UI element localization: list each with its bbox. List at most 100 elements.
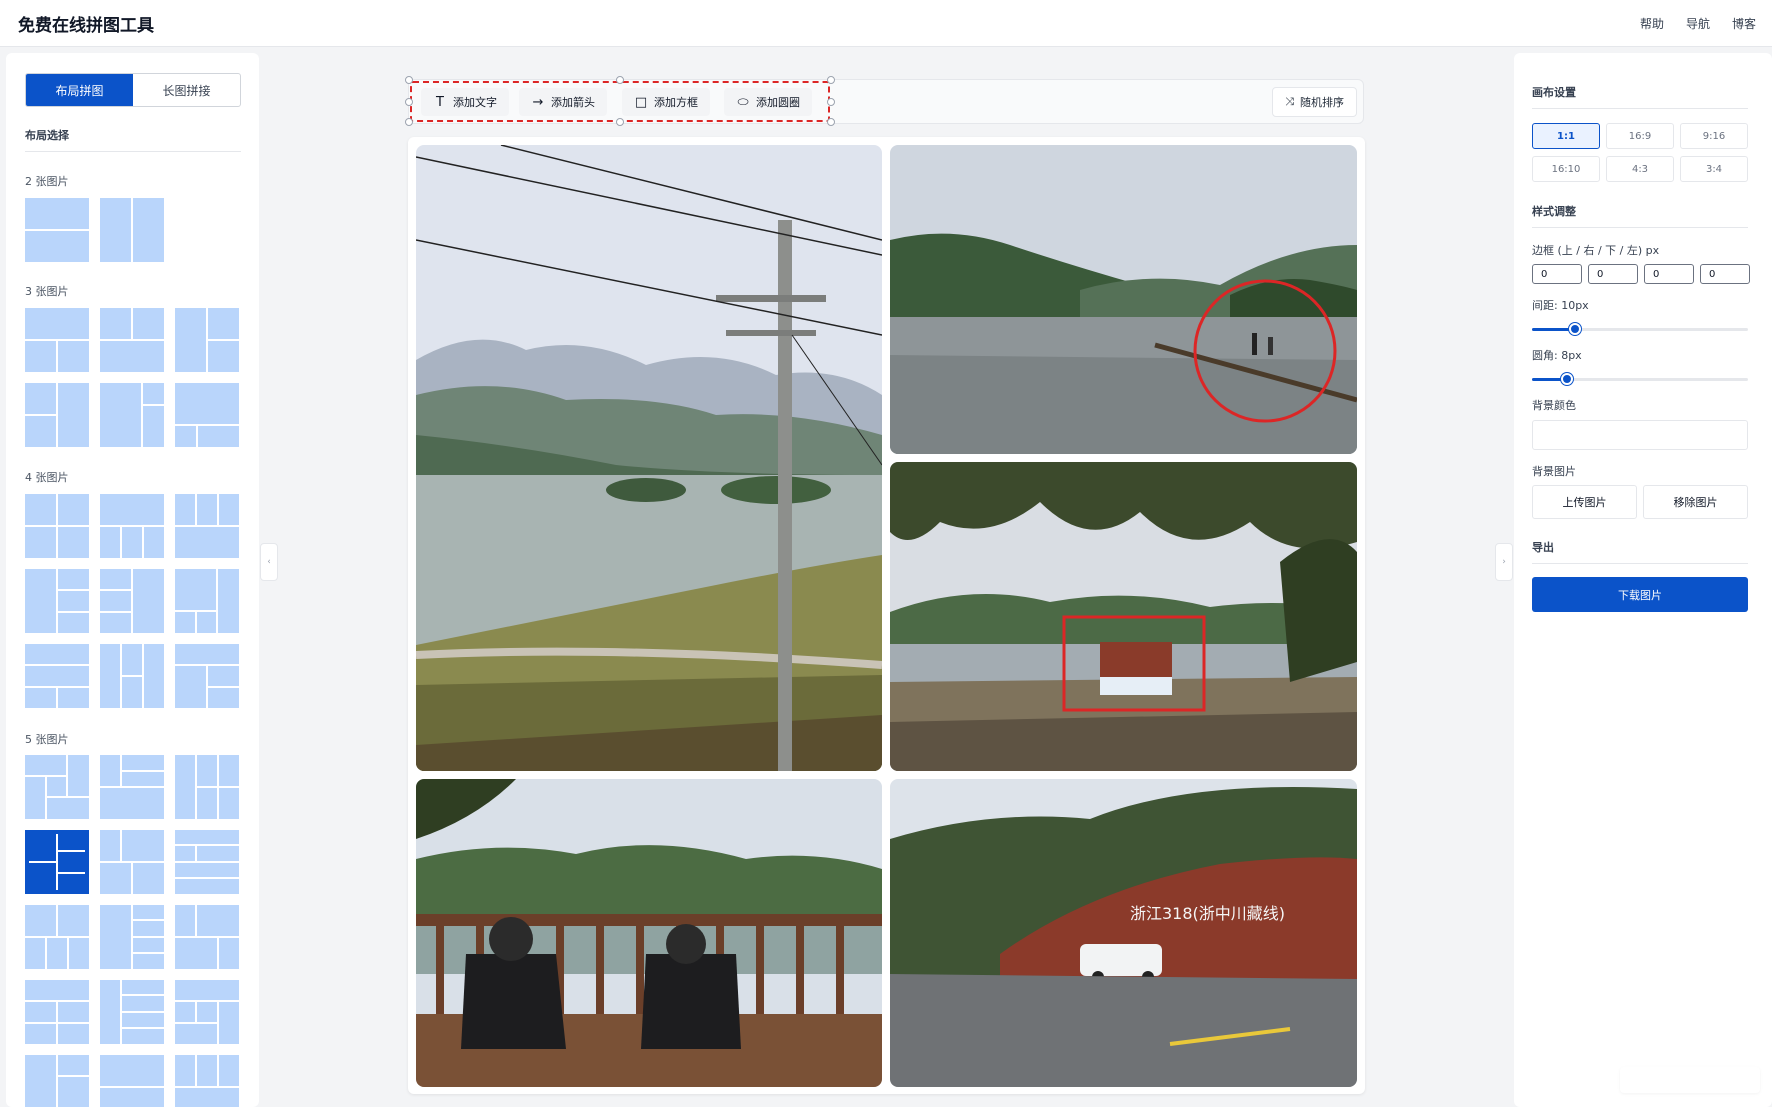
layout-option[interactable] (100, 308, 164, 372)
border-bottom-input[interactable] (1644, 264, 1694, 284)
gap-slider-knob[interactable] (1569, 323, 1582, 335)
resize-handle[interactable] (405, 118, 413, 126)
collapse-left-panel-button[interactable]: ‹ (260, 543, 278, 581)
app-title: 免费在线拼图工具 (18, 16, 154, 36)
layout-option[interactable] (175, 1055, 239, 1107)
tab-layout-collage[interactable]: 布局拼图 (26, 74, 133, 106)
gap-slider[interactable] (1532, 323, 1748, 335)
border-right-input[interactable] (1588, 264, 1638, 284)
layout-option[interactable] (175, 905, 239, 969)
layout-option[interactable] (25, 308, 89, 372)
layout-option[interactable] (175, 830, 239, 894)
top-bar: 免费在线拼图工具 帮助 导航 博客 (0, 0, 1772, 47)
photo-lake-sign[interactable] (890, 462, 1357, 771)
layout-option[interactable] (25, 569, 89, 633)
resize-handle[interactable] (827, 98, 835, 106)
remove-image-button[interactable]: 移除图片 (1643, 485, 1748, 519)
border-left-input[interactable] (1700, 264, 1750, 284)
ratio-9-16-button[interactable]: 9:16 (1680, 123, 1748, 149)
radius-label: 圆角: 8px (1532, 349, 1582, 362)
ratio-4-3-button[interactable]: 4:3 (1606, 156, 1674, 182)
photo-zhejiang-318-sign[interactable]: 浙江318(浙中川藏线) (890, 779, 1357, 1087)
layout-option[interactable] (175, 569, 239, 633)
nav-blog-link[interactable]: 博客 (1732, 15, 1756, 32)
layout-option[interactable] (25, 644, 89, 708)
layout-option[interactable] (175, 755, 239, 819)
sign-text: 浙江318(浙中川藏线) (1130, 904, 1285, 923)
layout-option[interactable] (25, 494, 89, 558)
shuffle-label: 随机排序 (1300, 96, 1344, 109)
photo-lake-pier[interactable] (890, 145, 1357, 454)
add-arrow-button[interactable]: → 添加箭头 (519, 88, 607, 116)
collage-canvas: 浙江318(浙中川藏线) (408, 137, 1365, 1094)
add-text-button[interactable]: T 添加文字 (421, 88, 509, 116)
nav-help-link[interactable]: 帮助 (1640, 15, 1664, 32)
layout-option[interactable] (25, 383, 89, 447)
add-box-button[interactable]: □ 添加方框 (622, 88, 710, 116)
resize-handle[interactable] (827, 76, 835, 84)
add-box-label: 添加方框 (654, 96, 698, 109)
download-image-button[interactable]: 下载图片 (1532, 577, 1748, 612)
arrow-right-icon: → (532, 94, 544, 110)
ratio-16-9-button[interactable]: 16:9 (1606, 123, 1674, 149)
layout-option[interactable] (175, 980, 239, 1044)
photo-power-pole-lake[interactable] (416, 145, 882, 771)
add-circle-button[interactable]: ⬭ 添加圆圈 (724, 88, 812, 116)
ratio-3-4-button[interactable]: 3:4 (1680, 156, 1748, 182)
text-icon: T (436, 94, 444, 110)
layout-option[interactable] (100, 198, 164, 262)
export-title: 导出 (1532, 539, 1748, 564)
group-label-2: 2 张图片 (25, 175, 69, 188)
layout-option[interactable] (25, 755, 89, 819)
add-arrow-label: 添加箭头 (551, 96, 595, 109)
layout-option[interactable] (175, 494, 239, 558)
collapse-right-panel-button[interactable]: › (1495, 543, 1513, 581)
resize-handle[interactable] (616, 76, 624, 84)
resize-handle[interactable] (405, 98, 413, 106)
layout-option[interactable] (100, 644, 164, 708)
layout-option[interactable] (100, 830, 164, 894)
layout-option[interactable] (175, 308, 239, 372)
layout-option[interactable] (25, 198, 89, 262)
tab-long-image[interactable]: 长图拼接 (133, 74, 240, 106)
border-label: 边框 (上 / 右 / 下 / 左) px (1532, 244, 1660, 257)
bg-image-label: 背景图片 (1532, 465, 1576, 478)
upload-image-button[interactable]: 上传图片 (1532, 485, 1637, 519)
resize-handle[interactable] (405, 76, 413, 84)
radius-slider-knob[interactable] (1560, 373, 1573, 385)
bg-color-label: 背景颜色 (1532, 399, 1576, 412)
ratio-16-10-button[interactable]: 16:10 (1532, 156, 1600, 182)
layout-option[interactable] (100, 383, 164, 447)
resize-handle[interactable] (616, 118, 624, 126)
annotation-toolbar: T 添加文字 → 添加箭头 □ 添加方框 ⬭ 添加圆圈 ⤨ 随机排序 (405, 76, 1364, 126)
layout-option[interactable] (100, 1055, 164, 1107)
layout-option[interactable] (100, 755, 164, 819)
add-text-label: 添加文字 (453, 96, 497, 109)
layout-option[interactable] (25, 905, 89, 969)
nav-navigation-link[interactable]: 导航 (1686, 15, 1710, 32)
shuffle-button[interactable]: ⤨ 随机排序 (1272, 87, 1357, 117)
resize-handle[interactable] (827, 118, 835, 126)
square-icon: □ (634, 94, 648, 110)
layout-option[interactable] (175, 644, 239, 708)
bg-color-picker[interactable] (1532, 420, 1748, 450)
photo-deck-chairs[interactable] (416, 779, 882, 1087)
settings-panel: 画布设置 1:1 16:9 9:16 16:10 4:3 3:4 样式调整 边框… (1514, 53, 1772, 1107)
layout-option[interactable] (100, 569, 164, 633)
layout-option[interactable] (175, 383, 239, 447)
group-label-5: 5 张图片 (25, 733, 69, 746)
layout-option[interactable] (25, 980, 89, 1044)
chevron-left-icon: ‹ (267, 557, 271, 567)
layout-option[interactable] (100, 980, 164, 1044)
ratio-1-1-button[interactable]: 1:1 (1532, 123, 1600, 149)
layout-option[interactable] (25, 1055, 89, 1107)
layout-sidebar: 布局拼图 长图拼接 布局选择 2 张图片 3 张图片 4 张图片 5 张图片 (6, 53, 259, 1107)
border-top-input[interactable] (1532, 264, 1582, 284)
floating-widget (1620, 1067, 1760, 1093)
top-nav: 帮助 导航 博客 (1640, 15, 1756, 32)
add-circle-label: 添加圆圈 (756, 96, 800, 109)
radius-slider[interactable] (1532, 373, 1748, 385)
layout-option[interactable] (100, 905, 164, 969)
layout-option-selected[interactable] (25, 830, 89, 894)
layout-option[interactable] (100, 494, 164, 558)
